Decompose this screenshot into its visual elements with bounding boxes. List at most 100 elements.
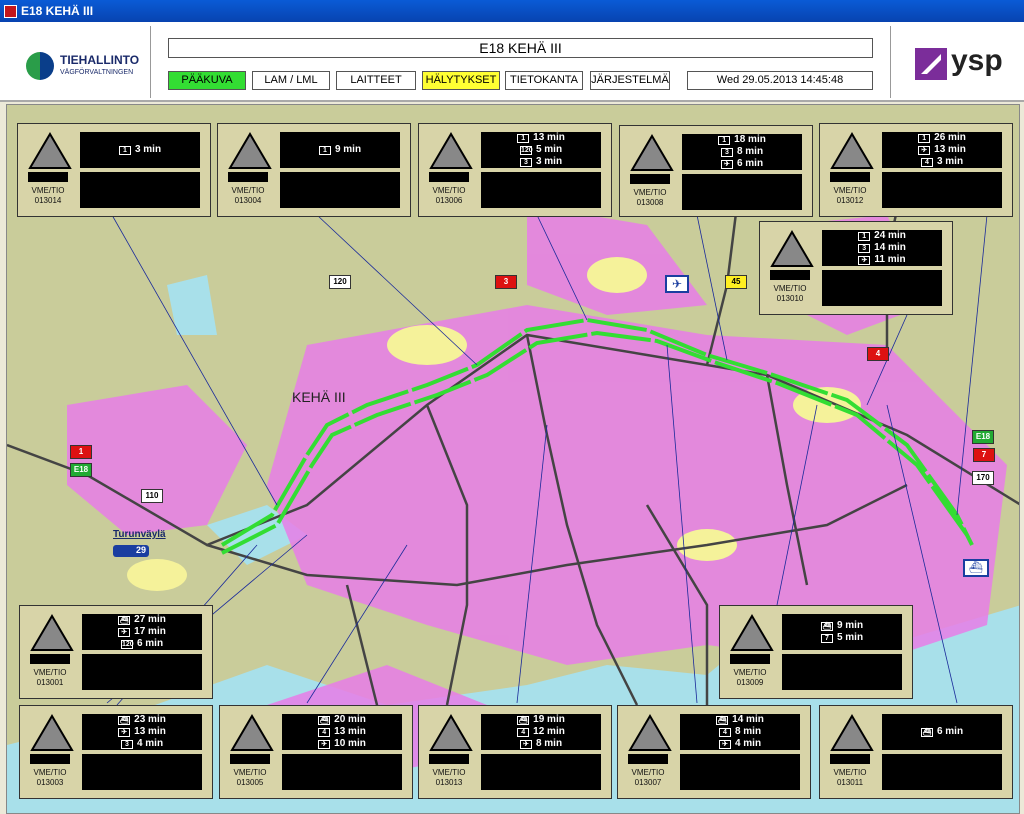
sign-display-lower: [882, 172, 1002, 208]
warning-triangle-icon: [30, 714, 74, 751]
route-number-icon: 4: [318, 727, 331, 737]
travel-time-value: 13 min: [334, 726, 366, 737]
nav-button-6[interactable]: JÄRJESTELMÄ: [590, 71, 670, 90]
travel-time-value: 5 min: [535, 144, 563, 155]
travel-time-row: ✈ 4 min: [680, 738, 800, 750]
sign-id: 013010: [776, 294, 804, 303]
travel-time-list: 1 24 min 3 14 min ✈ 11 min: [822, 230, 942, 266]
warning-triangle-icon: [429, 714, 473, 751]
vms-sign-panel-013011[interactable]: VME/TIO 013011 ⛴ 6 min: [819, 705, 1013, 799]
logo-line1: TIEHALLINTO: [60, 53, 140, 67]
vms-sign-panel-013012[interactable]: VME/TIO 013012 1 26 min ✈ 13 min 4 3 min: [819, 123, 1013, 217]
travel-time-value: 3 min: [535, 156, 563, 167]
sign-code: VME/TIO 013013: [423, 768, 475, 788]
travel-time-row: ⛴ 20 min: [282, 714, 402, 726]
vms-sign-panel-013001[interactable]: VME/TIO 013001 ⛴ 27 min ✈ 17 min 120 6 min: [19, 605, 213, 699]
nav-button-1[interactable]: PÄÄKUVA: [168, 71, 246, 90]
sign-display-lower: [782, 654, 902, 690]
vms-sign-panel-013003[interactable]: VME/TIO 013003 ⛴ 23 min ✈ 13 min 3 4 min: [19, 705, 213, 799]
sign-display-lower: [282, 754, 402, 790]
sign-indicator-bar: [770, 270, 810, 280]
sign-device-type: VME/TIO: [33, 768, 67, 777]
port-icon: ⛴: [920, 727, 933, 737]
vms-sign-panel-013007[interactable]: VME/TIO 013007 ⛴ 14 min 4 8 min ✈ 4 min: [617, 705, 811, 799]
sign-code: VME/TIO 013008: [624, 188, 676, 208]
travel-time-value: 6 min: [136, 638, 164, 649]
route-number-icon: 3: [519, 157, 532, 167]
route-number-icon: 1: [318, 145, 331, 155]
warning-triangle-icon: [30, 614, 74, 651]
travel-time-value: 23 min: [134, 714, 166, 725]
travel-time-list: ⛴ 23 min ✈ 13 min 3 4 min: [82, 714, 202, 750]
vms-sign-panel-013013[interactable]: VME/TIO 013013 ⛴ 19 min 4 12 min ✈ 8 min: [418, 705, 612, 799]
warning-triangle-icon: [830, 132, 874, 169]
map-view[interactable]: KEHÄ III Turunväylä 29 ✈ ⛴ 120 3 45 4 1 E18 11…: [6, 104, 1020, 814]
travel-time-value: 14 min: [874, 242, 906, 253]
nav-button-5[interactable]: TIETOKANTA: [505, 71, 583, 90]
sign-indicator-bar: [28, 172, 68, 182]
travel-time-value: 24 min: [874, 230, 906, 241]
road-label-1: 120: [329, 275, 351, 289]
travel-time-row: 120 5 min: [481, 144, 601, 156]
sign-device-type: VME/TIO: [833, 768, 867, 777]
sign-id: 013001: [36, 678, 64, 687]
vms-sign-panel-013014[interactable]: VME/TIO 013014 1 3 min: [17, 123, 211, 217]
logo-emblem-icon: [26, 52, 54, 80]
road-label-4: 4: [867, 347, 889, 361]
sign-id: 013014: [34, 196, 62, 205]
travel-time-value: 20 min: [334, 714, 366, 725]
travel-time-value: 10 min: [334, 738, 366, 749]
vms-sign-panel-013006[interactable]: VME/TIO 013006 1 13 min 120 5 min 3 3 min: [418, 123, 612, 217]
travel-time-value: 14 min: [732, 714, 764, 725]
travel-time-row: ⛴ 19 min: [481, 714, 601, 726]
sign-display-lower: [682, 174, 802, 210]
travel-time-row: 33 min: [481, 156, 601, 168]
vms-sign-panel-013005[interactable]: VME/TIO 013005 ⛴ 20 min 4 13 min ✈ 10 min: [219, 705, 413, 799]
road-label-3: 45: [725, 275, 747, 289]
travel-time-value: 13 min: [134, 726, 166, 737]
vms-sign-panel-013004[interactable]: VME/TIO 013004 1 9 min: [217, 123, 411, 217]
route-number-icon: 4: [718, 727, 731, 737]
travel-time-value: 13 min: [533, 132, 565, 143]
sign-indicator-bar: [730, 654, 770, 664]
travel-time-value: 19 min: [533, 714, 565, 725]
sign-display-lower: [680, 754, 800, 790]
sign-indicator-bar: [830, 172, 870, 182]
sign-code: VME/TIO 013003: [24, 768, 76, 788]
travel-time-value: 9 min: [334, 144, 362, 155]
sign-code: VME/TIO 013010: [764, 284, 816, 304]
app-icon: [4, 4, 17, 18]
sign-display-lower: [882, 754, 1002, 790]
sign-code: VME/TIO 013012: [824, 186, 876, 206]
sign-device-type: VME/TIO: [833, 186, 867, 195]
nav-button-2[interactable]: LAM / LML: [252, 71, 330, 90]
nav-button-3[interactable]: LAITTEET: [336, 71, 416, 90]
vms-sign-panel-013010[interactable]: VME/TIO 013010 1 24 min 3 14 min ✈ 11 min: [759, 221, 953, 315]
warning-triangle-icon: [770, 230, 814, 267]
airport-icon: ✈: [858, 255, 871, 265]
warning-triangle-icon: [429, 132, 473, 169]
vms-sign-panel-013008[interactable]: VME/TIO 013008 1 18 min 3 8 min ✈ 6 min: [619, 125, 813, 217]
airport-icon: ✈: [318, 739, 331, 749]
sign-indicator-bar: [630, 174, 670, 184]
travel-time-row: ⛴ 9 min: [782, 620, 902, 632]
travel-time-row: 38 min: [682, 146, 802, 158]
route-number-icon: 1: [858, 231, 871, 241]
travel-time-value: 8 min: [535, 738, 563, 749]
travel-time-row: 4 12 min: [481, 726, 601, 738]
sign-id: 013004: [234, 196, 262, 205]
ysp-brand: ysp: [951, 44, 1003, 77]
nav-button-4[interactable]: HÄLYTYKSET: [422, 71, 500, 90]
vms-sign-panel-013009[interactable]: VME/TIO 013009 ⛴ 9 min 7 5 min: [719, 605, 913, 699]
travel-time-value: 3 min: [134, 144, 162, 155]
sign-display-lower: [822, 270, 942, 306]
travel-time-value: 27 min: [134, 614, 166, 625]
road-label-9: 7: [973, 448, 995, 462]
road-label-7: 110: [141, 489, 163, 503]
travel-time-value: 4 min: [136, 738, 164, 749]
travel-time-value: 6 min: [736, 158, 764, 169]
travel-time-row: ⛴ 6 min: [882, 726, 1002, 738]
header-bar: TIEHALLINTO VÄGFÖRVALTNINGEN E18 KEHÄ II…: [0, 22, 1024, 102]
warning-triangle-icon: [228, 132, 272, 169]
warning-triangle-icon: [730, 614, 774, 651]
